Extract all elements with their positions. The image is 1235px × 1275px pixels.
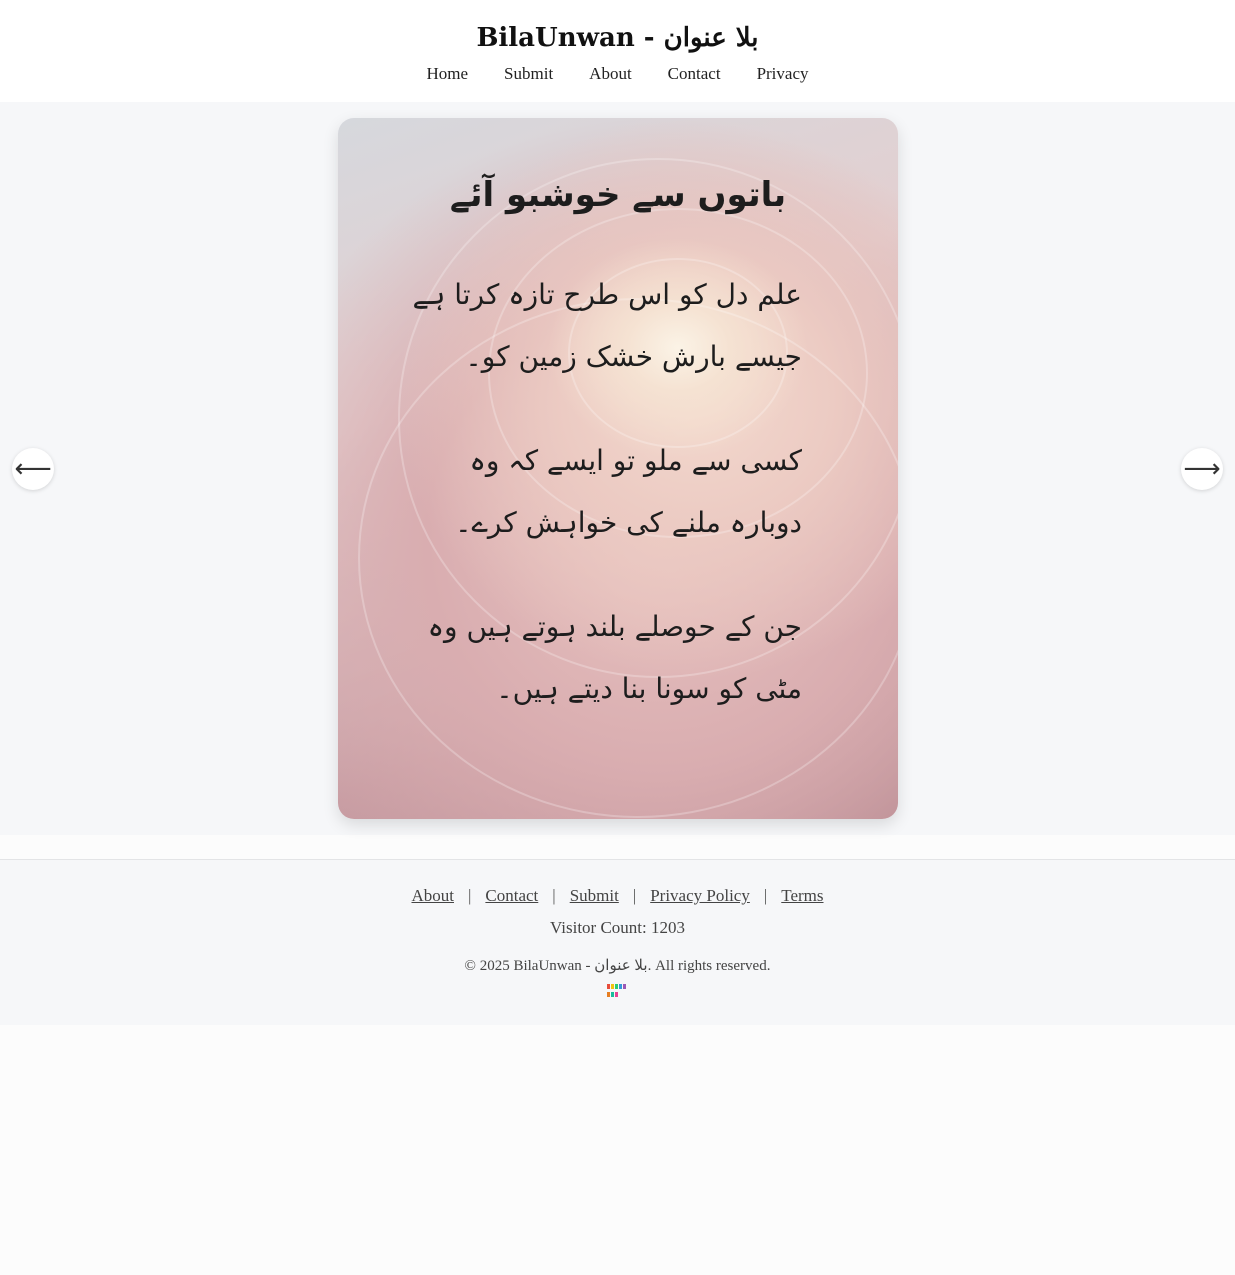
footer-separator: | [763, 886, 768, 905]
prev-slide-button[interactable]: ⟵ [12, 448, 54, 490]
main-nav: Home Submit About Contact Privacy [0, 60, 1235, 88]
footer-submit-link[interactable]: Submit [570, 884, 619, 908]
footer-separator: | [467, 886, 472, 905]
footer-privacy-policy-link[interactable]: Privacy Policy [650, 884, 750, 908]
copyright-text: © 2025 BilaUnwan - بلا عنوان. All rights… [464, 958, 771, 974]
nav-privacy-link[interactable]: Privacy [757, 60, 809, 88]
site-footer: About | Contact | Submit | Privacy Polic… [0, 859, 1235, 1025]
site-badge-icon [607, 984, 627, 998]
footer-links: About | Contact | Submit | Privacy Polic… [0, 884, 1235, 908]
footer-separator: | [632, 886, 637, 905]
quote-line: علم دل کو اس طرح تازہ کرتا ہے جیسے بارش … [412, 278, 802, 373]
next-slide-button[interactable]: ⟶ [1181, 448, 1223, 490]
quote-card: باتوں سے خوشبو آئے علم دل کو اس طرح تازہ… [338, 118, 898, 819]
right-arrow-icon: ⟶ [1183, 454, 1221, 484]
visitor-count: Visitor Count: 1203 [550, 918, 685, 937]
footer-about-link[interactable]: About [411, 884, 454, 908]
quote-text: باتوں سے خوشبو آئے علم دل کو اس طرح تازہ… [338, 118, 898, 819]
nav-submit-link[interactable]: Submit [504, 60, 553, 88]
quote-line: جن کے حوصلے بلند ہوتے ہیں وہ مٹی کو سونا… [427, 610, 802, 705]
footer-contact-link[interactable]: Contact [485, 884, 538, 908]
nav-about-link[interactable]: About [589, 60, 632, 88]
footer-terms-link[interactable]: Terms [781, 884, 823, 908]
nav-contact-link[interactable]: Contact [668, 60, 721, 88]
quote-slider: ⟵ باتوں سے خوشبو آئے علم دل کو اس طرح تا… [0, 102, 1235, 835]
left-arrow-icon: ⟵ [14, 454, 52, 484]
quote-line: کسی سے ملو تو ایسے کہ وہ دوبارہ ملنے کی … [455, 444, 802, 539]
site-header: BilaUnwan - بلا عنوان Home Submit About … [0, 0, 1235, 102]
quote-title: باتوں سے خوشبو آئے [449, 175, 787, 215]
site-title: BilaUnwan - بلا عنوان [476, 23, 759, 53]
footer-separator: | [552, 886, 556, 905]
nav-home-link[interactable]: Home [427, 60, 469, 88]
